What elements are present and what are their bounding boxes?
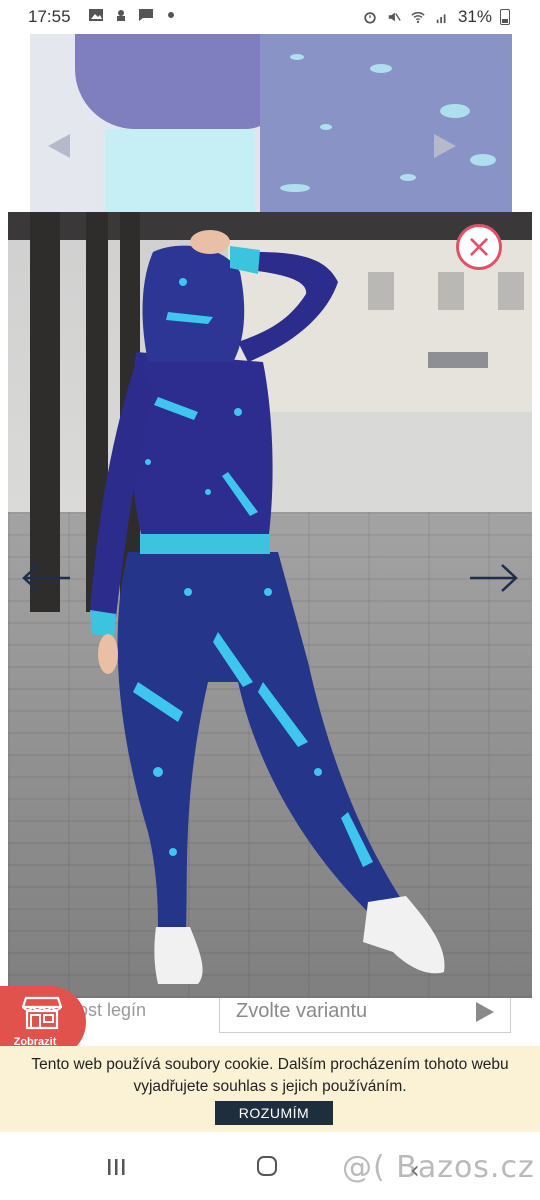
battery-icon [500, 9, 510, 25]
wifi-icon [411, 12, 425, 23]
dot-icon [168, 12, 174, 18]
battery-percent: 31% [457, 7, 492, 26]
cookie-text: Tento web používá soubory cookie. Dalším… [31, 1056, 509, 1095]
app-icon [117, 10, 125, 21]
prev-image-button[interactable] [20, 562, 72, 594]
image-icon [89, 9, 103, 21]
arrow-left-icon [22, 564, 70, 592]
watermark: @( Bazos.cz [342, 1150, 535, 1185]
notification-icons [88, 8, 179, 22]
mute-icon [388, 12, 401, 22]
close-button[interactable]: × [456, 224, 502, 270]
cookie-banner: Tento web používá soubory cookie. Dalším… [0, 1046, 540, 1132]
recent-apps-icon[interactable] [106, 1158, 126, 1176]
variant-select-placeholder: Zvolte variantu [236, 1000, 368, 1022]
play-triangle-icon [476, 1002, 494, 1022]
arrow-right-icon [470, 564, 518, 592]
signal-icon [436, 14, 446, 24]
status-time: 17:55 [28, 7, 71, 26]
home-icon[interactable] [257, 1156, 277, 1176]
cookie-accept-button[interactable]: ROZUMÍM [215, 1101, 333, 1125]
system-status-icons: 31% [362, 7, 510, 27]
chat-icon [139, 9, 153, 21]
variant-label: ost legín [78, 1000, 147, 1020]
model-figure [90, 230, 445, 984]
store-icon [22, 996, 62, 1030]
image-lightbox: × [8, 212, 532, 998]
close-icon: × [465, 227, 493, 265]
status-bar: 17:55 31% [0, 0, 540, 34]
next-image-button[interactable] [468, 562, 520, 594]
alarm-icon [364, 12, 376, 24]
